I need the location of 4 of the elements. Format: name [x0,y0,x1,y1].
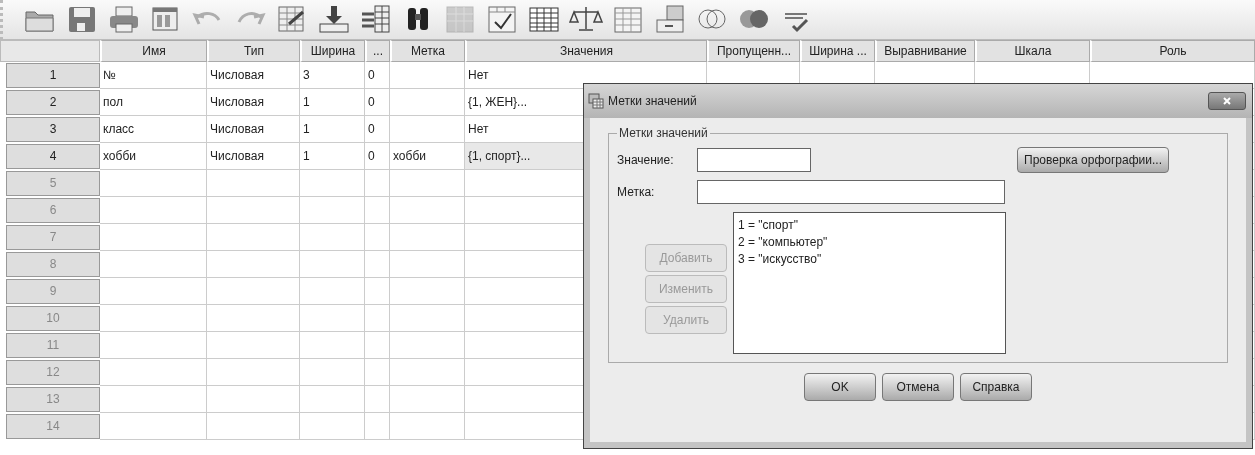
field-label: Метка: [617,185,656,199]
group-title: Метки значений [618,126,709,140]
window-title: Метки значений [608,94,698,108]
field-label: Значение: [617,153,675,167]
